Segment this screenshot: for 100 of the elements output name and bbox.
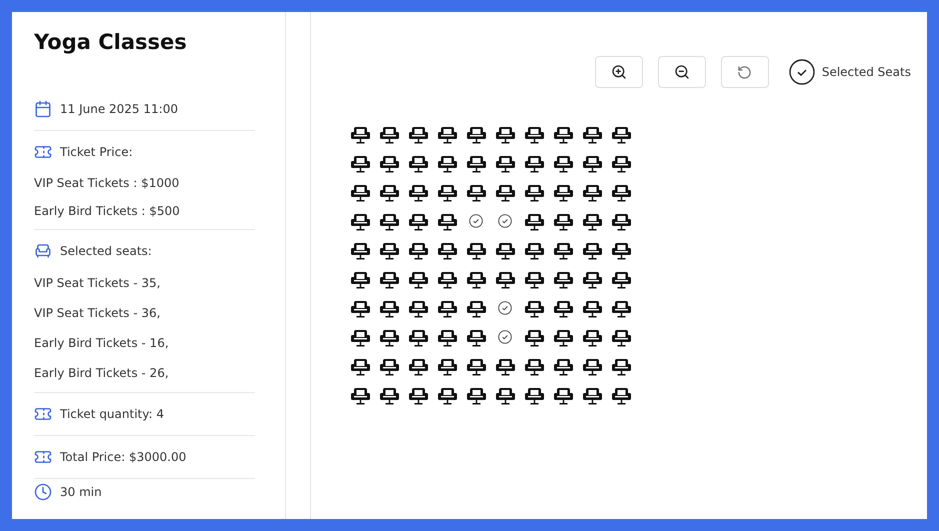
seat-icon[interactable] bbox=[612, 212, 631, 231]
seat-icon[interactable] bbox=[438, 299, 457, 318]
seat-icon[interactable] bbox=[496, 241, 515, 260]
seat-icon[interactable] bbox=[380, 154, 399, 173]
seat-icon[interactable] bbox=[351, 125, 370, 144]
seat-icon[interactable] bbox=[612, 386, 631, 405]
seat-icon[interactable] bbox=[409, 183, 428, 202]
seat-icon[interactable] bbox=[438, 154, 457, 173]
seat-icon[interactable] bbox=[467, 386, 486, 405]
seat-icon[interactable] bbox=[554, 154, 573, 173]
seat-icon[interactable] bbox=[496, 386, 515, 405]
seat-icon[interactable] bbox=[554, 386, 573, 405]
selected-seat-icon[interactable] bbox=[469, 214, 483, 228]
seat-icon[interactable] bbox=[351, 154, 370, 173]
seat-icon[interactable] bbox=[409, 241, 428, 260]
seat-icon[interactable] bbox=[496, 270, 515, 289]
seat-icon[interactable] bbox=[583, 299, 602, 318]
seat-icon[interactable] bbox=[467, 241, 486, 260]
seat-icon[interactable] bbox=[554, 299, 573, 318]
seat-icon[interactable] bbox=[351, 357, 370, 376]
seat-icon[interactable] bbox=[525, 125, 544, 144]
seat-icon[interactable] bbox=[438, 241, 457, 260]
seat-icon[interactable] bbox=[583, 386, 602, 405]
seat-icon[interactable] bbox=[351, 386, 370, 405]
seat-icon[interactable] bbox=[438, 270, 457, 289]
seat-icon[interactable] bbox=[554, 328, 573, 347]
seat-icon[interactable] bbox=[612, 299, 631, 318]
seat-icon[interactable] bbox=[583, 212, 602, 231]
seat-icon[interactable] bbox=[554, 241, 573, 260]
seat-icon[interactable] bbox=[438, 328, 457, 347]
seat-icon[interactable] bbox=[583, 241, 602, 260]
seat-icon[interactable] bbox=[583, 183, 602, 202]
seat-icon[interactable] bbox=[380, 125, 399, 144]
seat-icon[interactable] bbox=[409, 357, 428, 376]
seat-icon[interactable] bbox=[554, 183, 573, 202]
seat-icon[interactable] bbox=[351, 241, 370, 260]
seat-icon[interactable] bbox=[525, 241, 544, 260]
seat-icon[interactable] bbox=[554, 125, 573, 144]
seat-icon[interactable] bbox=[380, 270, 399, 289]
seat-icon[interactable] bbox=[351, 183, 370, 202]
seat-icon[interactable] bbox=[438, 125, 457, 144]
seat-icon[interactable] bbox=[496, 125, 515, 144]
seat-icon[interactable] bbox=[438, 357, 457, 376]
seat-icon[interactable] bbox=[583, 328, 602, 347]
seat-icon[interactable] bbox=[351, 270, 370, 289]
seat-icon[interactable] bbox=[612, 270, 631, 289]
seat-icon[interactable] bbox=[467, 328, 486, 347]
seat-icon[interactable] bbox=[554, 270, 573, 289]
seat-icon[interactable] bbox=[409, 154, 428, 173]
seat-icon[interactable] bbox=[612, 328, 631, 347]
seat-icon[interactable] bbox=[351, 328, 370, 347]
seat-icon[interactable] bbox=[409, 212, 428, 231]
seat-icon[interactable] bbox=[380, 241, 399, 260]
seat-icon[interactable] bbox=[525, 212, 544, 231]
seat-icon[interactable] bbox=[467, 357, 486, 376]
seat-icon[interactable] bbox=[525, 270, 544, 289]
seat-icon[interactable] bbox=[525, 183, 544, 202]
seat-icon[interactable] bbox=[467, 154, 486, 173]
seat-icon[interactable] bbox=[438, 386, 457, 405]
seat-icon[interactable] bbox=[554, 212, 573, 231]
seat-icon[interactable] bbox=[409, 328, 428, 347]
seat-icon[interactable] bbox=[467, 270, 486, 289]
seat-icon[interactable] bbox=[467, 299, 486, 318]
selected-seat-icon[interactable] bbox=[498, 214, 512, 228]
seat-icon[interactable] bbox=[612, 183, 631, 202]
zoom-in-button[interactable] bbox=[594, 56, 643, 88]
seat-icon[interactable] bbox=[351, 212, 370, 231]
reset-button[interactable] bbox=[720, 56, 769, 88]
seat-icon[interactable] bbox=[380, 328, 399, 347]
seat-icon[interactable] bbox=[409, 125, 428, 144]
seat-icon[interactable] bbox=[612, 357, 631, 376]
seat-icon[interactable] bbox=[525, 154, 544, 173]
seat-icon[interactable] bbox=[583, 154, 602, 173]
seat-icon[interactable] bbox=[351, 299, 370, 318]
seat-icon[interactable] bbox=[409, 299, 428, 318]
seat-icon[interactable] bbox=[380, 183, 399, 202]
seat-icon[interactable] bbox=[438, 212, 457, 231]
seat-icon[interactable] bbox=[554, 357, 573, 376]
seat-icon[interactable] bbox=[467, 183, 486, 202]
selected-seat-icon[interactable] bbox=[498, 301, 512, 315]
seat-icon[interactable] bbox=[380, 386, 399, 405]
seat-icon[interactable] bbox=[583, 270, 602, 289]
seat-icon[interactable] bbox=[467, 125, 486, 144]
selected-seat-icon[interactable] bbox=[498, 330, 512, 344]
seat-icon[interactable] bbox=[438, 183, 457, 202]
seat-icon[interactable] bbox=[496, 154, 515, 173]
seat-icon[interactable] bbox=[525, 357, 544, 376]
seat-icon[interactable] bbox=[612, 241, 631, 260]
seat-icon[interactable] bbox=[380, 299, 399, 318]
seat-icon[interactable] bbox=[380, 357, 399, 376]
seat-icon[interactable] bbox=[525, 328, 544, 347]
zoom-out-button[interactable] bbox=[658, 56, 706, 88]
seat-icon[interactable] bbox=[612, 125, 631, 144]
seat-icon[interactable] bbox=[525, 299, 544, 318]
seat-icon[interactable] bbox=[496, 357, 515, 376]
seat-icon[interactable] bbox=[380, 212, 399, 231]
seat-icon[interactable] bbox=[583, 357, 602, 376]
seat-icon[interactable] bbox=[525, 386, 544, 405]
seat-icon[interactable] bbox=[409, 270, 428, 289]
seat-icon[interactable] bbox=[583, 125, 602, 144]
